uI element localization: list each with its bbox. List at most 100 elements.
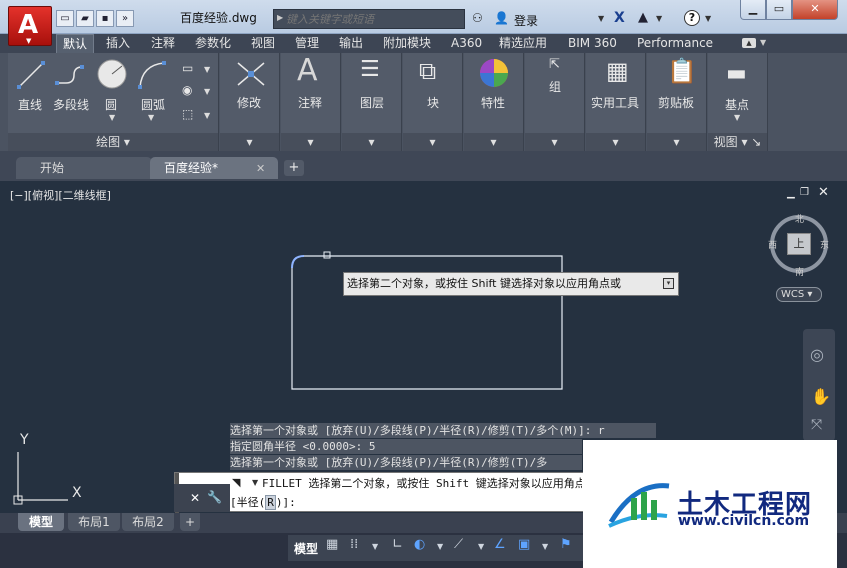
arc-label[interactable]: 圆弧 <box>141 96 165 113</box>
viewport-minimize-icon[interactable]: ▁ <box>787 188 795 199</box>
modify-icon[interactable] <box>234 59 268 89</box>
properties-label[interactable]: 特性 <box>481 94 505 111</box>
close-tab-icon[interactable]: ✕ <box>256 162 265 175</box>
arc-dropdown-icon[interactable]: ▼ <box>148 113 154 122</box>
tab-manage[interactable]: 管理 <box>295 34 319 53</box>
tab-annotate[interactable]: 注释 <box>151 34 175 53</box>
tab-layout2[interactable]: 布局2 <box>122 513 174 531</box>
close-command-line-icon[interactable]: ✕ <box>190 491 200 505</box>
add-layout-button[interactable]: + <box>180 513 200 531</box>
modify-panel-footer[interactable]: ▾ <box>220 133 279 151</box>
customize-wrench-icon[interactable]: 🔧 <box>207 490 222 504</box>
text-icon[interactable]: A <box>297 53 318 88</box>
utilities-panel-footer[interactable]: ▾ <box>586 133 645 151</box>
boundary-icon[interactable]: ⬚ <box>182 107 193 121</box>
viewport-restore-icon[interactable]: ❐ <box>800 187 809 198</box>
polar-dropdown-icon[interactable]: ▼ <box>437 542 443 551</box>
tab-parametric[interactable]: 参数化 <box>195 34 231 53</box>
compass-north[interactable]: 北 <box>795 212 804 225</box>
utilities-label[interactable]: 实用工具 <box>591 94 639 111</box>
object-snap-tracking-icon[interactable]: ∠ <box>494 537 506 552</box>
circle-dropdown-icon[interactable]: ▼ <box>109 113 115 122</box>
qat-more-icon[interactable]: » <box>116 10 134 27</box>
insert-block-icon[interactable]: ⧉ <box>419 57 436 85</box>
viewcube-top-face[interactable]: 上 <box>787 233 811 255</box>
modify-label[interactable]: 修改 <box>237 94 261 111</box>
tab-insert[interactable]: 插入 <box>106 34 130 53</box>
layers-icon[interactable]: ☰ <box>360 57 380 82</box>
hatch-icon[interactable]: ◉ <box>182 83 192 97</box>
login-link[interactable]: 登录 <box>514 12 538 29</box>
help-dropdown-icon[interactable]: ▼ <box>705 14 711 23</box>
close-button[interactable]: ✕ <box>792 0 838 20</box>
zoom-icon[interactable]: ⤧ <box>811 417 822 433</box>
help-button[interactable]: ? <box>684 10 700 26</box>
circle-icon[interactable] <box>96 58 128 90</box>
tab-addins[interactable]: 附加模块 <box>383 34 431 53</box>
recent-commands-icon[interactable]: ▼ <box>252 478 258 487</box>
hatch-dropdown-icon[interactable]: ▼ <box>204 87 210 96</box>
command-prompt-icon[interactable]: ◥ <box>232 476 240 489</box>
tab-model[interactable]: 模型 <box>18 513 64 531</box>
tab-view[interactable]: 视图 <box>251 34 275 53</box>
wcs-menu[interactable]: WCS ▾ <box>776 287 822 302</box>
tab-start[interactable]: 开始 <box>16 157 152 179</box>
object-snap-icon[interactable]: ▣ <box>518 537 530 552</box>
viewport-controls[interactable]: [−][俯视][二维线框] <box>10 187 111 203</box>
compass-west[interactable]: 西 <box>768 238 777 251</box>
ortho-icon[interactable]: ∟ <box>392 537 403 552</box>
search-expand-icon[interactable]: ▶ <box>277 13 283 22</box>
polyline-icon[interactable] <box>54 61 90 91</box>
color-wheel-icon[interactable] <box>478 57 510 89</box>
save-icon[interactable]: ▪ <box>96 10 114 27</box>
grid-icon[interactable]: ▦ <box>326 537 338 552</box>
compass-south[interactable]: 南 <box>795 265 804 278</box>
base-point-label[interactable]: 基点 <box>725 96 749 113</box>
maximize-button[interactable]: ▭ <box>766 0 792 20</box>
layers-panel-footer[interactable]: ▾ <box>342 133 401 151</box>
login-dropdown-icon[interactable]: ▼ <box>598 14 604 23</box>
group-icon[interactable]: ⇱ <box>549 57 560 72</box>
draw-panel-footer[interactable]: 绘图 ▾ <box>8 133 218 151</box>
arc-icon[interactable] <box>136 59 170 91</box>
binoculars-icon[interactable]: ⚇ <box>472 11 483 25</box>
groups-label[interactable]: 组 <box>549 78 561 95</box>
circle-label[interactable]: 圆 <box>105 96 117 113</box>
open-file-icon[interactable]: ▰ <box>76 10 94 27</box>
rectangle-icon[interactable]: ▭ <box>182 61 193 75</box>
ribbon-options-icon[interactable]: ▼ <box>760 38 766 47</box>
compass-east[interactable]: 东 <box>820 238 829 251</box>
ribbon-minimize-icon[interactable]: ▲ <box>742 38 756 48</box>
calculator-icon[interactable]: ▦ <box>606 57 629 85</box>
line-label[interactable]: 直线 <box>18 96 42 113</box>
command-input[interactable]: [半径(R)]: <box>230 494 296 510</box>
boundary-dropdown-icon[interactable]: ▼ <box>204 111 210 120</box>
search-input[interactable] <box>286 11 462 27</box>
application-menu-button[interactable]: A ▼ <box>8 6 52 46</box>
annotation-scale-icon[interactable]: ⚑ <box>560 537 572 552</box>
block-label[interactable]: 块 <box>427 94 439 111</box>
pan-icon[interactable]: ✋ <box>811 387 831 406</box>
clipboard-label[interactable]: 剪贴板 <box>658 94 694 111</box>
layers-label[interactable]: 图层 <box>360 94 384 111</box>
polyline-label[interactable]: 多段线 <box>53 96 89 113</box>
viewport-close-icon[interactable]: ✕ <box>818 185 829 200</box>
model-space-button[interactable]: 模型 <box>294 540 318 557</box>
line-icon[interactable] <box>16 59 46 91</box>
block-panel-footer[interactable]: ▾ <box>403 133 462 151</box>
isodraft-icon[interactable]: ⟋ <box>454 537 463 552</box>
snap-dropdown-icon[interactable]: ▼ <box>372 542 378 551</box>
properties-panel-footer[interactable]: ▾ <box>464 133 523 151</box>
tab-home[interactable]: 默认 <box>56 34 95 53</box>
tab-bim360[interactable]: BIM 360 <box>568 34 617 53</box>
annotation-panel-footer[interactable]: ▾ <box>281 133 340 151</box>
base-point-icon[interactable]: ▬ <box>726 61 747 86</box>
tab-layout1[interactable]: 布局1 <box>68 513 120 531</box>
annotation-label[interactable]: 注释 <box>298 94 322 111</box>
radius-option[interactable]: R <box>265 495 276 510</box>
steering-wheel-icon[interactable]: ◎ <box>810 345 824 364</box>
polar-tracking-icon[interactable]: ◐ <box>414 537 425 552</box>
clipboard-panel-footer[interactable]: ▾ <box>647 133 706 151</box>
base-point-dropdown-icon[interactable]: ▼ <box>734 113 740 122</box>
tab-a360[interactable]: A360 <box>451 34 482 53</box>
